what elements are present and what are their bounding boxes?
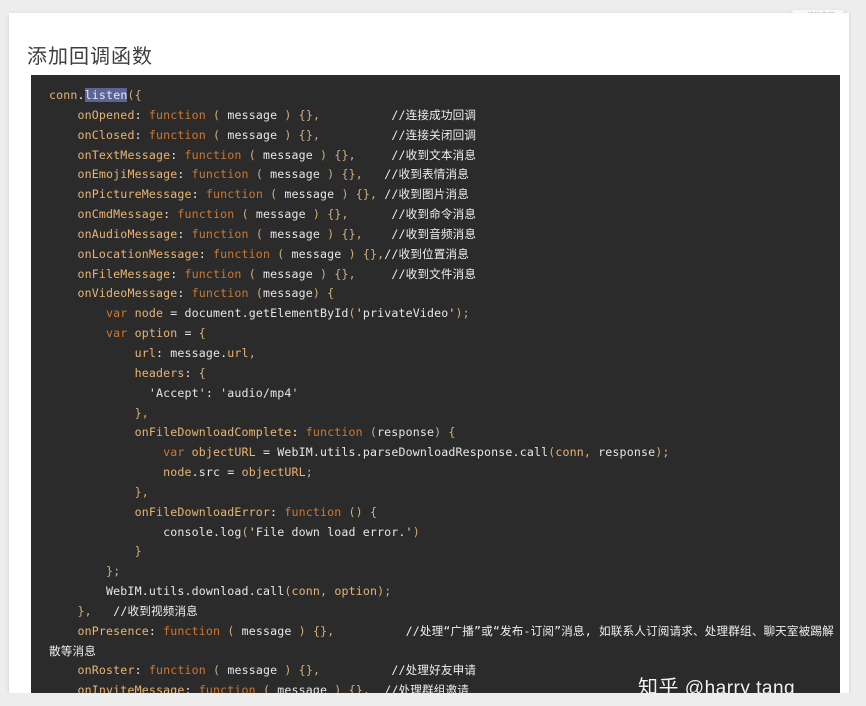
page-bottom-spacer — [0, 693, 866, 706]
code-block[interactable]: conn.listen({ onOpened: function ( messa… — [31, 75, 848, 693]
code-scroll-area[interactable]: conn.listen({ onOpened: function ( messa… — [31, 86, 848, 693]
page-title: 添加回调函数 — [27, 46, 153, 69]
code-content[interactable]: conn.listen({ onOpened: function ( messa… — [49, 86, 844, 693]
card-right-edge — [840, 13, 849, 693]
article-card: 添加回调函数 conn.listen({ onOpened: function … — [9, 13, 849, 693]
